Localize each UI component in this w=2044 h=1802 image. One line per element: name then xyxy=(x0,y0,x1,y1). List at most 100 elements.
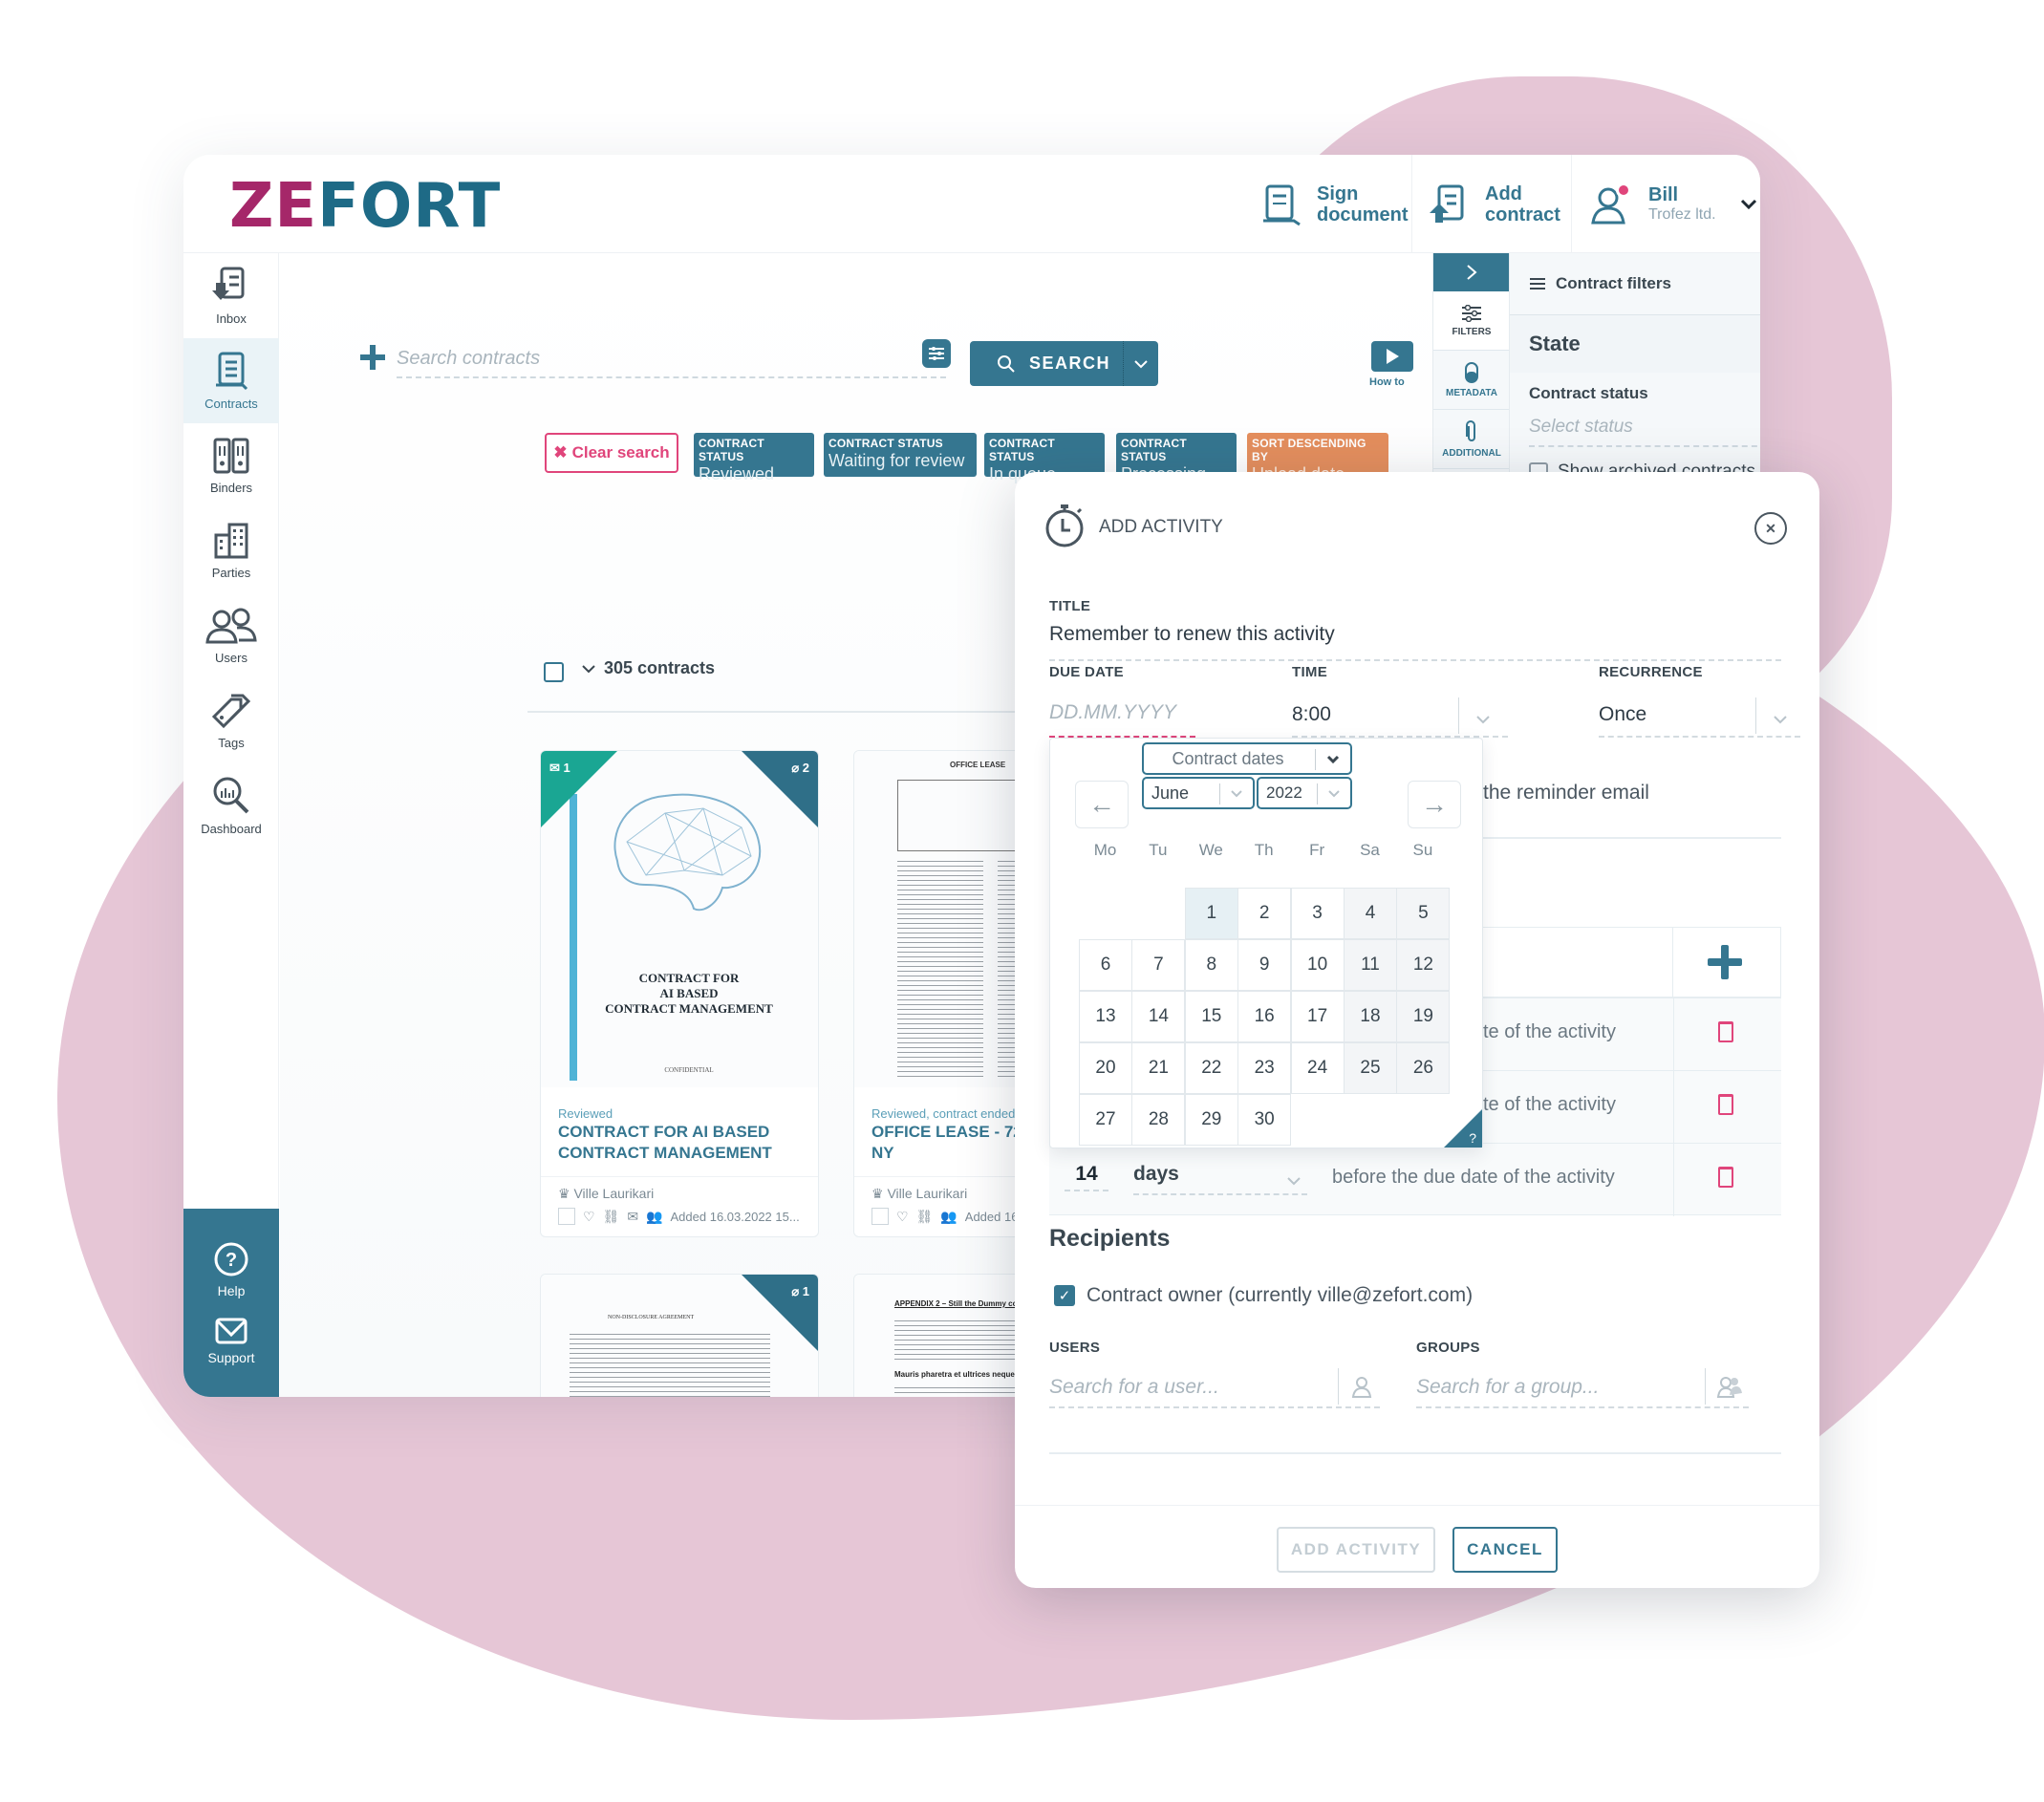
chevron-down-icon[interactable] xyxy=(1739,198,1758,211)
calendar-day[interactable]: 15 xyxy=(1184,991,1238,1042)
tab-metadata[interactable]: METADATA xyxy=(1433,351,1510,410)
delete-reminder-button[interactable] xyxy=(1718,1021,1733,1042)
tab-filters[interactable]: FILTERS xyxy=(1433,291,1510,351)
calendar-day[interactable]: 14 xyxy=(1131,991,1186,1042)
search-input[interactable]: Search contracts xyxy=(397,344,946,378)
calendar-day[interactable]: 16 xyxy=(1237,991,1292,1042)
add-activity-button[interactable]: ADD ACTIVITY xyxy=(1277,1527,1435,1573)
contract-owner-checkbox[interactable]: ✓ Contract owner (currently ville@zefort… xyxy=(1054,1284,1473,1307)
calendar-day[interactable]: 26 xyxy=(1396,1042,1451,1094)
add-reminder-button[interactable] xyxy=(1708,945,1742,979)
user-menu[interactable]: Bill Trofez ltd. xyxy=(1571,155,1760,253)
calendar-day[interactable]: 1 xyxy=(1184,888,1238,939)
help-button[interactable]: ? Help xyxy=(213,1241,249,1298)
close-modal-button[interactable]: ✕ xyxy=(1754,512,1787,545)
how-to-label[interactable]: How to xyxy=(1369,376,1405,388)
calendar-day[interactable]: 17 xyxy=(1290,991,1345,1042)
calendar-day[interactable]: 20 xyxy=(1079,1042,1132,1094)
contract-card[interactable]: CONTRACT FOR AI BASED CONTRACT MANAGEMEN… xyxy=(540,750,819,1237)
sidebar-item-inbox[interactable]: Inbox xyxy=(183,253,279,338)
collapse-filters-button[interactable] xyxy=(1433,253,1510,291)
reminder-unit-select[interactable]: days xyxy=(1133,1163,1307,1195)
search-button[interactable]: SEARCH xyxy=(970,341,1158,386)
advanced-search-button[interactable] xyxy=(922,339,951,368)
search-options-dropdown[interactable] xyxy=(1123,341,1158,386)
calendar-day[interactable]: 23 xyxy=(1237,1042,1292,1094)
chevron-down-icon xyxy=(1328,790,1340,798)
dashboard-icon xyxy=(213,777,249,814)
sidebar-item-parties[interactable]: Parties xyxy=(183,508,279,593)
sort-chip-upload-date[interactable]: SORT DESCENDING BY Upload date xyxy=(1247,433,1388,483)
select-all-checkbox[interactable] xyxy=(544,662,564,682)
calendar-day[interactable]: 10 xyxy=(1290,939,1345,991)
calendar-day[interactable]: 4 xyxy=(1344,888,1397,939)
calendar-day[interactable]: 27 xyxy=(1079,1094,1132,1146)
users-search-input[interactable]: Search for a user... xyxy=(1049,1368,1380,1408)
date-source-select[interactable]: Contract dates xyxy=(1142,742,1352,775)
calendar-day[interactable]: 12 xyxy=(1396,939,1451,991)
calendar-day[interactable]: 7 xyxy=(1131,939,1186,991)
filter-chip-status-reviewed[interactable]: CONTRACT STATUS Reviewed xyxy=(694,433,814,483)
calendar-day[interactable]: 30 xyxy=(1237,1094,1292,1146)
clear-search-chip[interactable]: ✖ Clear search xyxy=(545,433,678,473)
calendar-day[interactable]: 18 xyxy=(1344,991,1397,1042)
month-select[interactable]: June xyxy=(1142,777,1255,809)
calendar-day[interactable]: 11 xyxy=(1344,939,1397,991)
delete-reminder-button[interactable] xyxy=(1718,1167,1733,1188)
calendar-day[interactable]: 24 xyxy=(1290,1042,1345,1094)
contract-status-select[interactable]: Select status xyxy=(1529,409,1760,447)
filter-chip-status-in-queue[interactable]: CONTRACT STATUS In queue xyxy=(984,433,1105,483)
link-icon[interactable]: ⛓ xyxy=(603,1209,620,1225)
calendar-day[interactable]: 21 xyxy=(1131,1042,1186,1094)
calendar-help-corner[interactable] xyxy=(1444,1109,1482,1148)
header: ZEFORT Sign document Add contract Bill T… xyxy=(183,155,1760,253)
support-button[interactable]: Support xyxy=(207,1318,255,1365)
delete-reminder-button[interactable] xyxy=(1718,1094,1733,1115)
calendar-day[interactable]: 9 xyxy=(1237,939,1292,991)
calendar-day[interactable]: 6 xyxy=(1079,939,1132,991)
document-preview[interactable]: CONTRACT FOR AI BASED CONTRACT MANAGEMEN… xyxy=(541,751,818,1087)
help-icon: ? xyxy=(214,1242,248,1276)
previous-month-button[interactable]: ← xyxy=(1075,781,1129,828)
sidebar-item-tags[interactable]: Tags xyxy=(183,678,279,763)
filter-chip-status-processing[interactable]: CONTRACT STATUS Processing xyxy=(1116,433,1237,483)
year-select[interactable]: 2022 xyxy=(1257,777,1352,809)
sidebar-item-dashboard[interactable]: Dashboard xyxy=(183,763,279,848)
sidebar-item-contracts[interactable]: Contracts xyxy=(183,338,279,423)
contract-card[interactable]: NON-DISCLOSURE AGREEMENT ⌀ 1 xyxy=(540,1274,819,1397)
calendar-day[interactable]: 22 xyxy=(1184,1042,1238,1094)
reminder-amount-input[interactable]: 14 xyxy=(1065,1163,1108,1191)
add-search-term-button[interactable] xyxy=(360,345,385,370)
time-select[interactable]: 8:00 xyxy=(1292,697,1508,738)
add-contract-button[interactable]: Add contract xyxy=(1411,155,1579,253)
calendar-day[interactable]: 5 xyxy=(1396,888,1451,939)
due-date-input[interactable]: DD.MM.YYYY xyxy=(1049,701,1195,738)
filter-chip-status-waiting[interactable]: CONTRACT STATUS Waiting for review xyxy=(824,433,977,477)
calendar-day[interactable]: 29 xyxy=(1184,1094,1238,1146)
heart-icon[interactable]: ♡ xyxy=(896,1209,909,1225)
groups-search-input[interactable]: Search for a group... xyxy=(1416,1368,1749,1408)
card-select-checkbox[interactable] xyxy=(871,1208,889,1225)
contracts-count-toggle[interactable]: 305 contracts xyxy=(581,658,715,678)
calendar-day[interactable]: 28 xyxy=(1131,1094,1186,1146)
cancel-button[interactable]: CANCEL xyxy=(1452,1527,1558,1573)
calendar-day[interactable]: 19 xyxy=(1396,991,1451,1042)
sidebar-item-binders[interactable]: Binders xyxy=(183,423,279,508)
calendar-day[interactable]: 13 xyxy=(1079,991,1132,1042)
heart-icon[interactable]: ♡ xyxy=(583,1209,595,1225)
zefort-logo[interactable]: ZEFORT xyxy=(229,176,501,237)
sidebar-item-users[interactable]: Users xyxy=(183,593,279,678)
next-month-button[interactable]: → xyxy=(1408,781,1461,828)
activity-title-input[interactable]: Remember to renew this activity xyxy=(1049,623,1781,661)
card-select-checkbox[interactable] xyxy=(558,1208,575,1225)
calendar-day[interactable]: 8 xyxy=(1184,939,1238,991)
tab-additional[interactable]: ADDITIONAL xyxy=(1433,410,1510,469)
calendar-day[interactable]: 3 xyxy=(1290,888,1345,939)
link-icon[interactable]: ⛓ xyxy=(916,1209,934,1225)
document-preview[interactable]: NON-DISCLOSURE AGREEMENT ⌀ 1 xyxy=(541,1275,818,1397)
calendar-day[interactable]: 2 xyxy=(1237,888,1292,939)
calendar-day[interactable]: 25 xyxy=(1344,1042,1397,1094)
state-section-toggle[interactable]: State xyxy=(1510,315,1760,373)
recurrence-select[interactable]: Once xyxy=(1599,697,1800,738)
how-to-video-button[interactable] xyxy=(1371,341,1413,372)
